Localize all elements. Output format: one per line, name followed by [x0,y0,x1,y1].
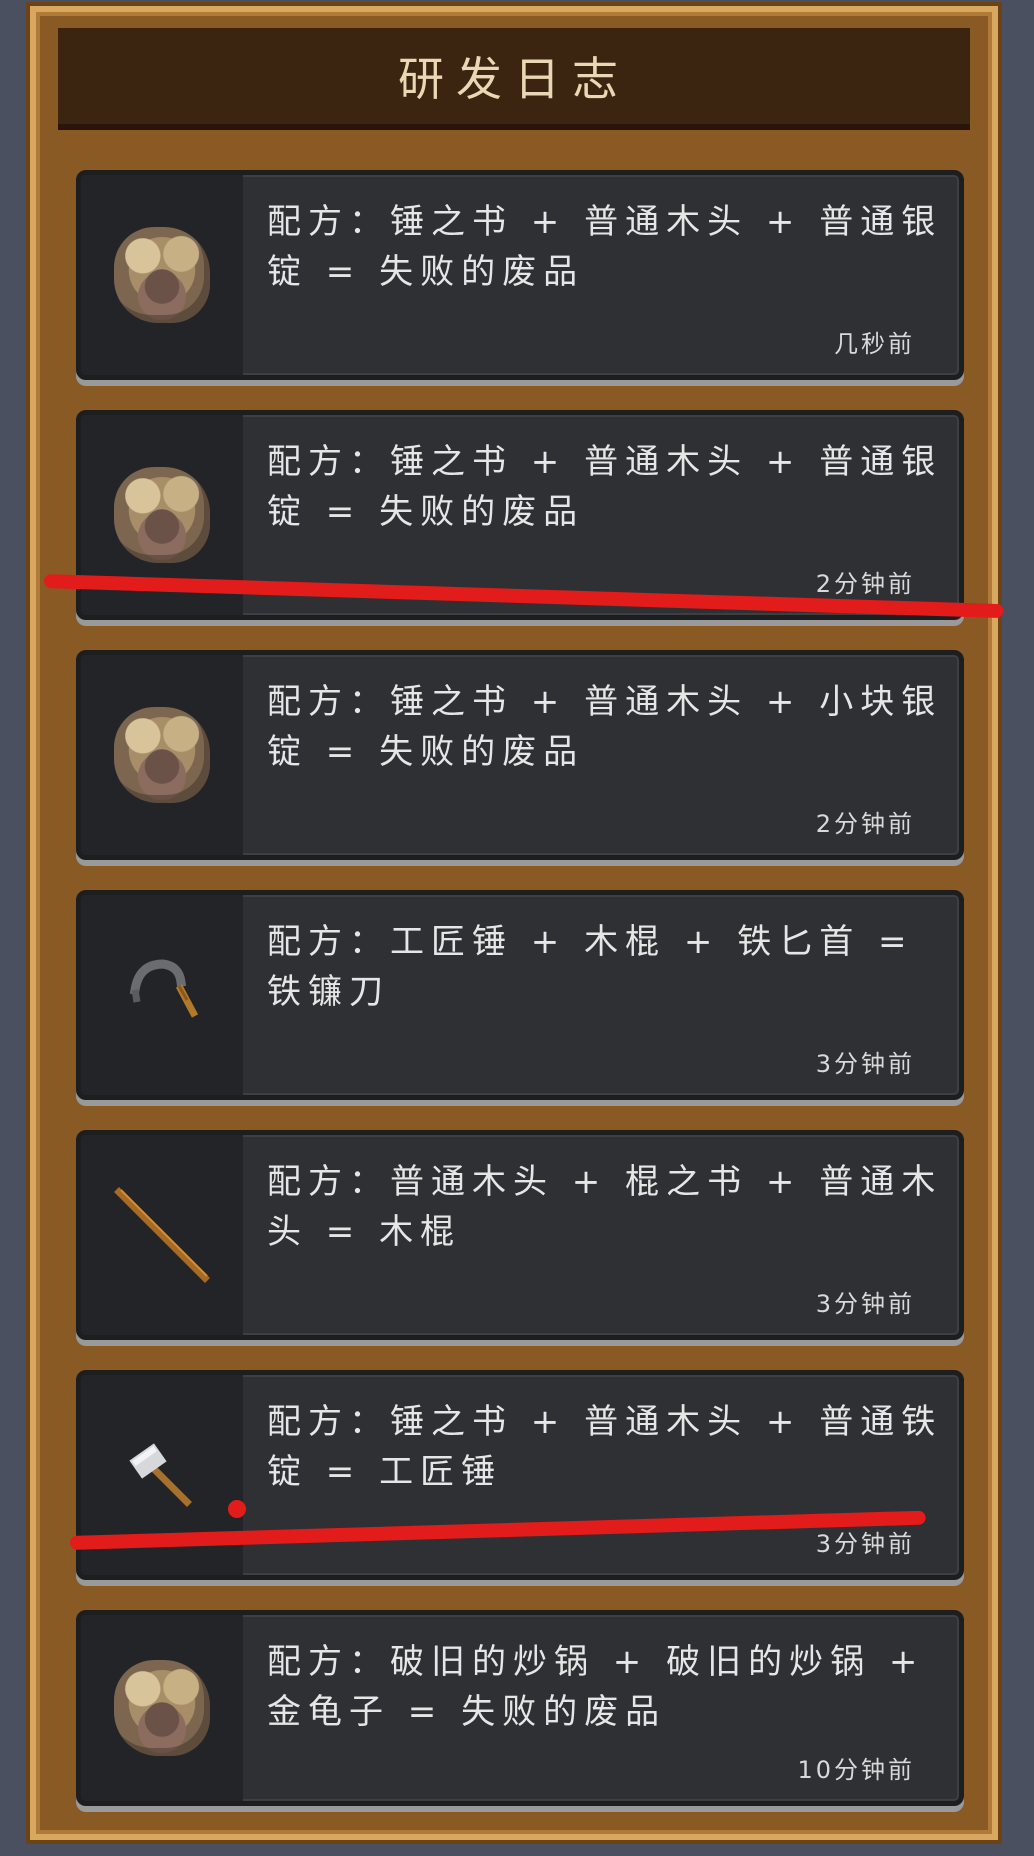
panel-header: 研发日志 [58,28,970,130]
recipe-text: 配方：锤之书 + 普通木头 + 普通铁锭 = 工匠锤 [267,1402,943,1492]
log-entry[interactable]: 配方：锤之书 + 普通木头 + 普通银锭 = 失败的废品 2分钟前 [76,410,964,620]
timestamp: 2分钟前 [815,810,915,838]
item-icon-slot [81,1615,243,1801]
item-icon-slot [81,415,243,615]
item-icon-slot [81,655,243,855]
panel-title: 研发日志 [398,52,630,106]
item-icon-slot [81,1135,243,1335]
failed-scrap-icon [114,467,210,563]
iron-sickle-icon [129,959,199,1018]
log-entry[interactable]: 配方：锤之书 + 普通木头 + 小块银锭 = 失败的废品 2分钟前 [76,650,964,860]
recipe-text: 配方：锤之书 + 普通木头 + 普通银锭 = 失败的废品 [267,442,943,532]
timestamp: 3分钟前 [815,1050,915,1078]
log-entry[interactable]: 配方：锤之书 + 普通木头 + 普通铁锭 = 工匠锤 3分钟前 [76,1370,964,1580]
recipe-text: 配方：工匠锤 + 木棍 + 铁匕首 = 铁镰刀 [267,922,914,1012]
recipe-text: 配方：锤之书 + 普通木头 + 普通银锭 = 失败的废品 [267,202,943,292]
log-entry[interactable]: 配方：锤之书 + 普通木头 + 普通银锭 = 失败的废品 几秒前 [76,170,964,380]
wooden-stick-icon [114,1187,210,1283]
recipe-text: 配方：锤之书 + 普通木头 + 小块银锭 = 失败的废品 [267,682,943,772]
log-entry[interactable]: 配方：破旧的炒锅 + 破旧的炒锅 + 金龟子 = 失败的废品 10分钟前 [76,1610,964,1806]
failed-scrap-icon [114,1660,210,1756]
craftsman-hammer-icon [129,1443,192,1507]
item-icon-slot [81,175,243,375]
research-log-panel: 研发日志 配方：锤之书 + 普通木头 + 普通银锭 = 失败的废品 几秒前 配方… [30,6,998,1840]
item-icon-slot [81,895,243,1095]
failed-scrap-icon [114,707,210,803]
timestamp: 3分钟前 [815,1290,915,1318]
recipe-text: 配方：破旧的炒锅 + 破旧的炒锅 + 金龟子 = 失败的废品 [267,1642,925,1732]
log-entry[interactable]: 配方：普通木头 + 棍之书 + 普通木头 = 木棍 3分钟前 [76,1130,964,1340]
timestamp: 10分钟前 [797,1756,915,1784]
recipe-text: 配方：普通木头 + 棍之书 + 普通木头 = 木棍 [267,1162,943,1252]
failed-scrap-icon [114,227,210,323]
item-icon-slot [81,1375,243,1575]
timestamp: 几秒前 [834,330,915,358]
red-annotation-dot [228,1500,246,1518]
log-entry[interactable]: 配方：工匠锤 + 木棍 + 铁匕首 = 铁镰刀 3分钟前 [76,890,964,1100]
timestamp: 3分钟前 [815,1530,915,1558]
timestamp: 2分钟前 [815,570,915,598]
